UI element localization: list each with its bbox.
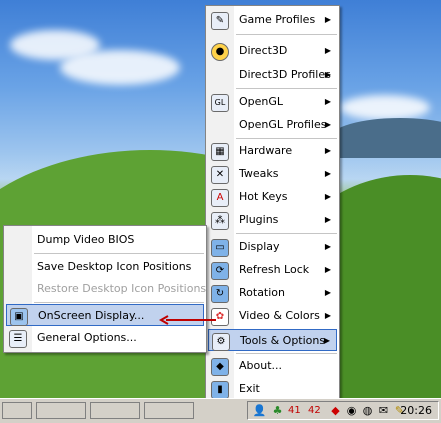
submenu-arrow-icon: ▶ [324,215,331,224]
taskbar-button[interactable] [2,402,32,419]
main-context-menu: ✎ Game Profiles ▶ ● Direct3D ▶ Direct3D … [205,5,340,400]
menu-item-game-profiles[interactable]: ✎ Game Profiles ▶ [208,9,337,31]
game-profiles-icon: ✎ [211,12,229,30]
menu-item-label: Rotation [239,286,286,299]
mail-icon[interactable]: ✉ [376,403,391,418]
taskbar: 👤 ♣ 41 42 ◆ ◉ ◍ ✉ ✎ 20:26 [0,398,441,423]
menu-separator [236,353,337,354]
submenu-item-dump-video-bios[interactable]: Dump Video BIOS [6,229,204,251]
menu-item-hardware[interactable]: ▦ Hardware ▶ [208,140,337,162]
opengl-icon: GL [211,94,229,112]
tweaks-icon: ✕ [211,166,229,184]
submenu-arrow-icon: ▶ [324,120,331,129]
menu-item-about[interactable]: ◆ About... [208,355,337,377]
onscreen-display-icon: ▣ [10,308,28,326]
taskbar-button[interactable] [144,402,194,419]
menu-separator [236,88,337,89]
menu-item-label: Direct3D [239,44,288,57]
tray-counter-2: 42 [308,405,321,416]
menu-separator [34,302,204,303]
red-arrow-icon [158,315,216,325]
menu-item-label: Direct3D Profiles [239,68,331,81]
submenu-arrow-icon: ▶ [324,70,331,79]
menu-item-refresh-lock[interactable]: ⟳ Refresh Lock ▶ [208,259,337,281]
menu-item-direct3d[interactable]: ● Direct3D ▶ [208,40,337,62]
submenu-item-restore-desktop-icon-positions: Restore Desktop Icon Positions [6,278,207,300]
menu-separator [34,253,204,254]
menu-item-label: Display [239,240,280,253]
menu-item-display[interactable]: ▭ Display ▶ [208,236,337,258]
tools-options-submenu: Dump Video BIOS Save Desktop Icon Positi… [3,225,207,353]
display-icon: ▭ [211,239,229,257]
submenu-item-label: General Options... [37,331,137,344]
tools-options-icon: ⚙ [212,333,230,351]
submenu-arrow-icon: ▶ [324,265,331,274]
submenu-item-label: OnScreen Display... [38,309,145,322]
menu-item-label: Tweaks [239,167,279,180]
submenu-arrow-icon: ▶ [324,311,331,320]
hardware-icon: ▦ [211,143,229,161]
system-tray: 👤 ♣ 41 42 ◆ ◉ ◍ ✉ ✎ 20:26 [247,401,439,420]
menu-item-label: Refresh Lock [239,263,310,276]
menu-item-plugins[interactable]: ⁂ Plugins ▶ [208,209,337,231]
submenu-arrow-icon: ▶ [324,46,331,55]
menu-item-label: Exit [239,382,260,395]
menu-item-label: Video & Colors [239,309,320,322]
submenu-arrow-icon: ▶ [323,336,330,345]
general-options-icon: ☰ [9,330,27,348]
menu-item-tools-options[interactable]: ⚙ Tools & Options ▶ [208,329,337,351]
exit-icon: ▮ [211,381,229,399]
menu-item-label: Hardware [239,144,293,157]
menu-item-label: Tools & Options [240,334,326,347]
menu-item-label: Hot Keys [239,190,288,203]
submenu-arrow-icon: ▶ [324,288,331,297]
refresh-lock-icon: ⟳ [211,262,229,280]
tray-counter-1: 41 [288,405,301,416]
submenu-arrow-icon: ▶ [324,15,331,24]
submenu-item-general-options[interactable]: ☰ General Options... [6,327,204,349]
submenu-item-label: Save Desktop Icon Positions [37,260,192,273]
user-icon[interactable]: 👤 [252,403,267,418]
menu-separator [236,34,337,35]
menu-item-opengl-profiles[interactable]: OpenGL Profiles ▶ [208,114,337,136]
menu-item-video-colors[interactable]: ✿ Video & Colors ▶ [208,305,337,327]
taskbar-clock[interactable]: 20:26 [400,404,432,417]
submenu-arrow-icon: ▶ [324,146,331,155]
disc-icon[interactable]: ◍ [360,403,375,418]
menu-item-label: OpenGL [239,95,284,108]
menu-item-label: Plugins [239,213,279,226]
direct3d-icon: ● [211,43,229,61]
menu-separator [236,138,337,139]
about-icon: ◆ [211,358,229,376]
submenu-arrow-icon: ▶ [324,242,331,251]
submenu-item-save-desktop-icon-positions[interactable]: Save Desktop Icon Positions [6,256,204,278]
menu-separator [236,233,337,234]
plugins-icon: ⁂ [211,212,229,230]
menu-item-rotation[interactable]: ↻ Rotation ▶ [208,282,337,304]
taskbar-button[interactable] [36,402,86,419]
submenu-arrow-icon: ▶ [324,169,331,178]
submenu-arrow-icon: ▶ [324,192,331,201]
menu-item-opengl[interactable]: GL OpenGL ▶ [208,91,337,113]
taskbar-button[interactable] [90,402,140,419]
menu-item-tweaks[interactable]: ✕ Tweaks ▶ [208,163,337,185]
network-users-icon[interactable]: ♣ [270,403,285,418]
menu-item-label: Game Profiles [239,13,316,26]
menu-item-label: About... [239,359,283,372]
submenu-arrow-icon: ▶ [324,97,331,106]
rotation-icon: ↻ [211,285,229,303]
shield-icon[interactable]: ◆ [328,403,343,418]
menu-item-direct3d-profiles[interactable]: Direct3D Profiles ▶ [208,64,337,86]
submenu-item-label: Restore Desktop Icon Positions [37,282,207,295]
menu-item-exit[interactable]: ▮ Exit [208,378,337,400]
menu-item-label: OpenGL Profiles [239,118,327,131]
menu-item-hot-keys[interactable]: A Hot Keys ▶ [208,186,337,208]
submenu-item-label: Dump Video BIOS [37,233,135,246]
hot-keys-icon: A [211,189,229,207]
tweaker-tray-icon[interactable]: ◉ [344,403,359,418]
